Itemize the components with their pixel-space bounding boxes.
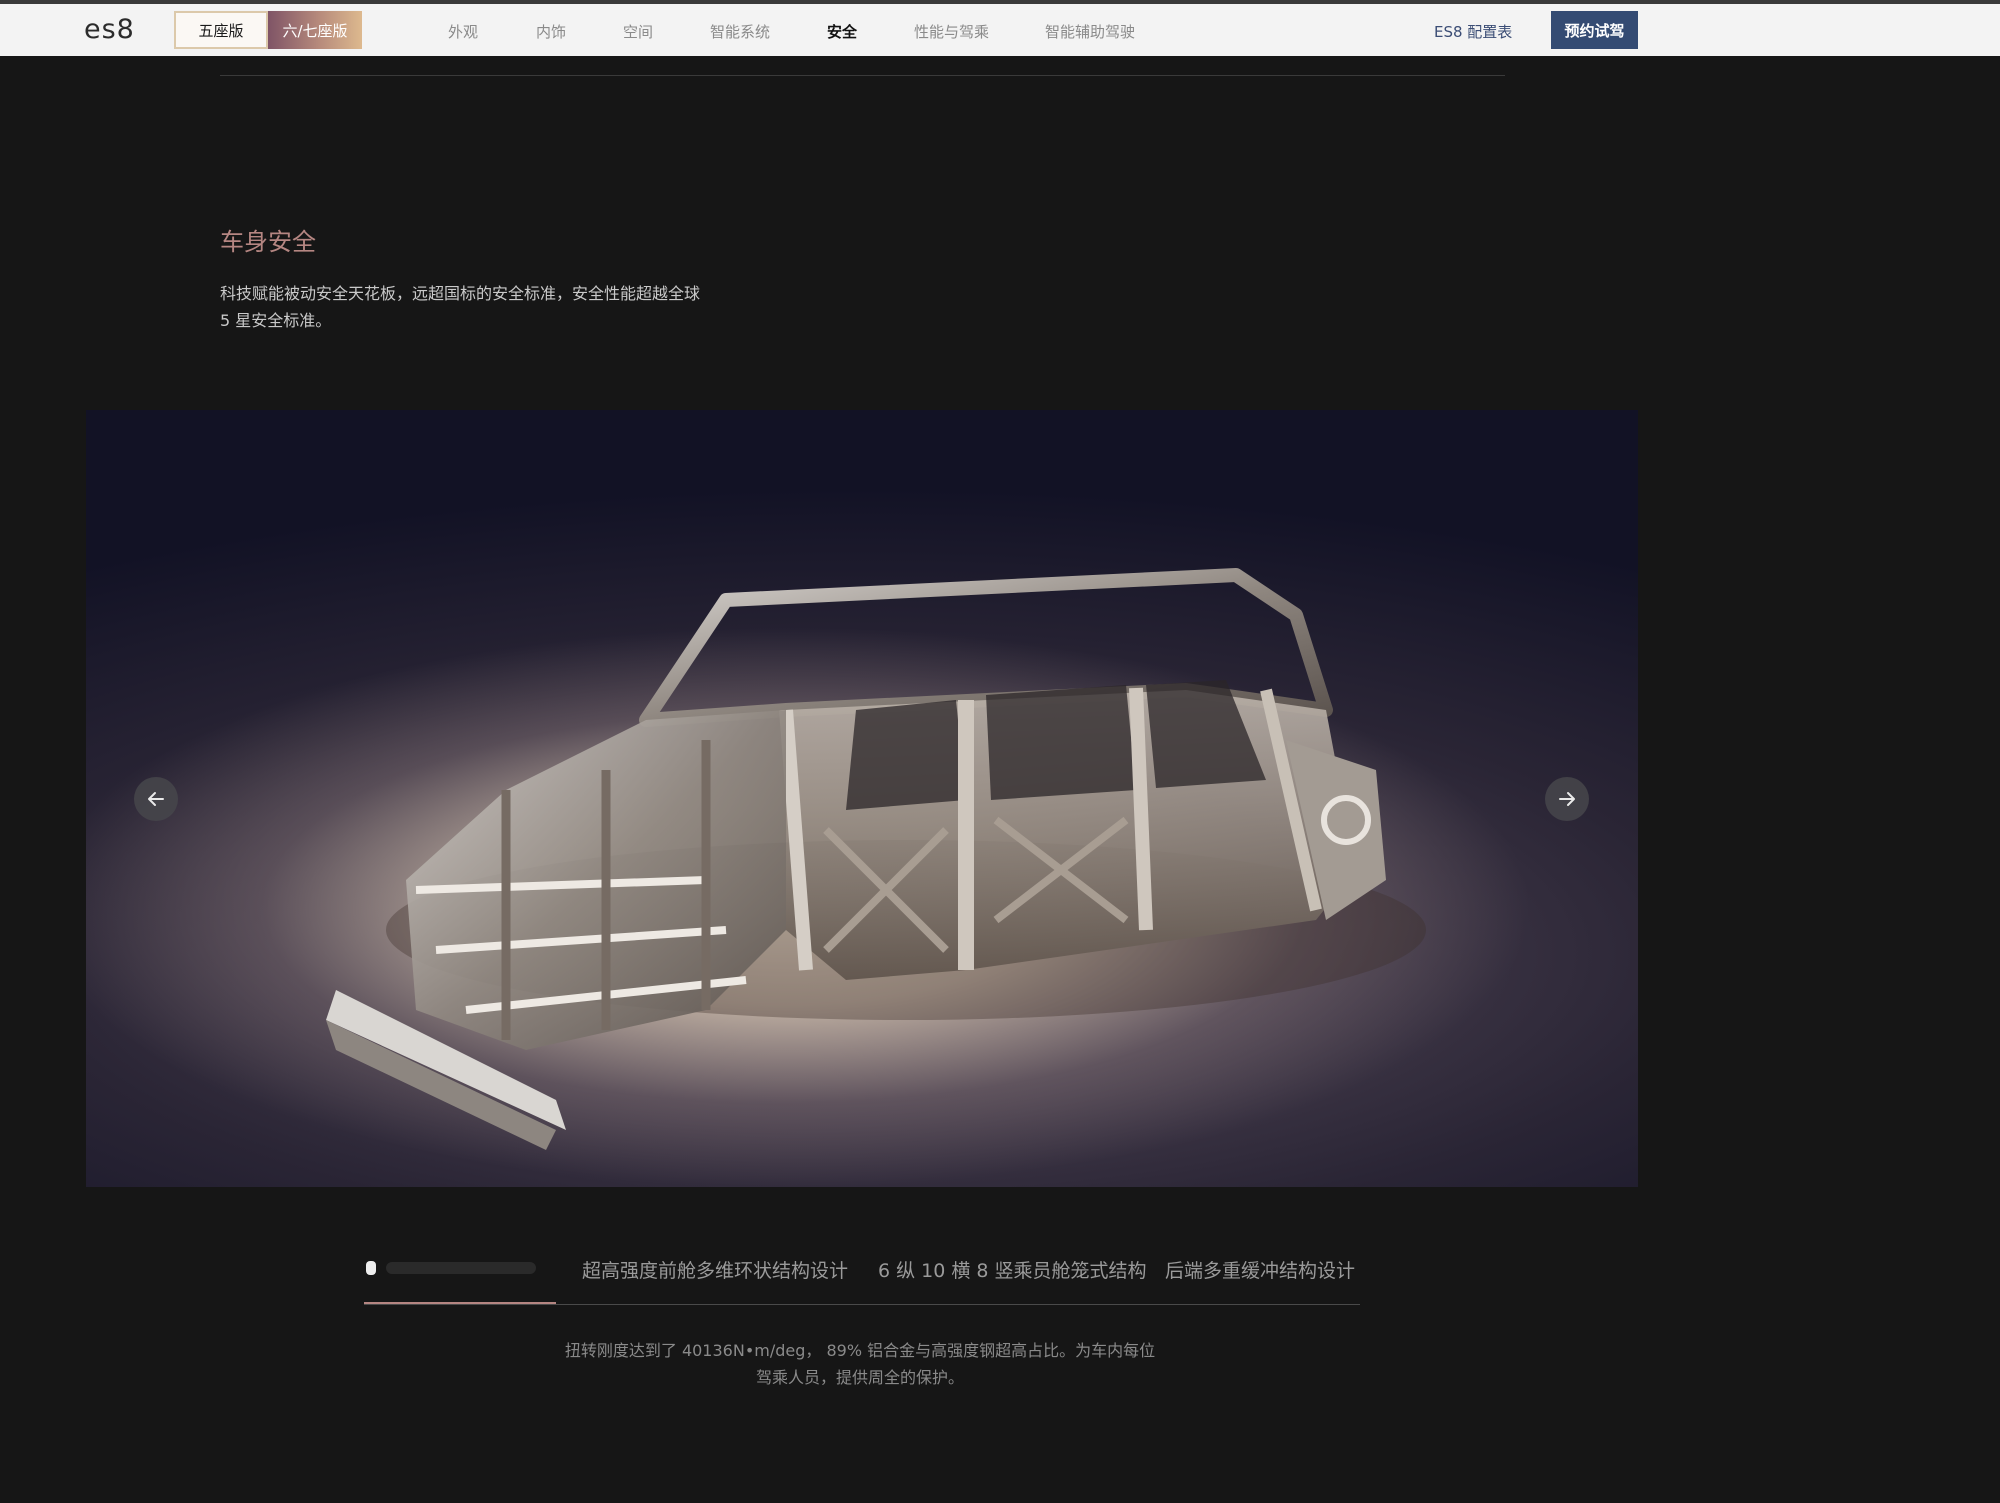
arrow-right-icon (1559, 792, 1575, 806)
tab-passenger-cage[interactable]: 6 纵 10 横 8 竖乘员舱笼式结构 (878, 1256, 1147, 1283)
nav-item-assisted-driving[interactable]: 智能辅助驾驶 (1045, 21, 1135, 42)
brand-logo[interactable]: es8 (84, 14, 135, 45)
section-divider (220, 75, 1505, 76)
tab-first-active[interactable] (364, 1256, 556, 1280)
arrow-left-icon (148, 792, 164, 806)
book-test-drive-button[interactable]: 预约试驾 (1551, 11, 1638, 49)
tab-caption: 扭转刚度达到了 40136N•m/deg， 89% 铝合金与高强度钢超高占比。为… (564, 1341, 1156, 1387)
nav-item-performance[interactable]: 性能与驾乘 (914, 21, 989, 42)
carousel-image (86, 410, 1638, 1187)
nav-item-safety[interactable]: 安全 (827, 21, 857, 42)
car-body-frame-illustration (326, 568, 1426, 1150)
section-title: 车身安全 (220, 228, 316, 256)
tab-indicator-dot (366, 1261, 376, 1275)
five-seat-version-button[interactable]: 五座版 (174, 11, 268, 49)
carousel-next-button[interactable] (1545, 777, 1589, 821)
feature-tabs: 超高强度前舱多维环状结构设计 6 纵 10 横 8 竖乘员舱笼式结构 后端多重缓… (364, 1250, 1360, 1305)
active-tab-indicator (364, 1302, 556, 1304)
section-description: 科技赋能被动安全天花板，远超国标的安全标准，安全性能超越全球 5 星安全标准。 (220, 284, 701, 330)
carousel-prev-button[interactable] (134, 777, 178, 821)
six-seven-seat-version-button[interactable]: 六/七座版 (268, 11, 362, 49)
nav-item-space[interactable]: 空间 (623, 21, 653, 42)
tab-label-placeholder (386, 1262, 536, 1274)
tab-rear-buffer[interactable]: 后端多重缓冲结构设计 (1165, 1256, 1355, 1283)
nav-item-interior[interactable]: 内饰 (536, 21, 566, 42)
config-table-link[interactable]: ES8 配置表 (1434, 21, 1512, 42)
nav-item-smart-system[interactable]: 智能系统 (710, 21, 770, 42)
tab-front-cabin[interactable]: 超高强度前舱多维环状结构设计 (582, 1256, 848, 1283)
nav-item-exterior[interactable]: 外观 (448, 21, 478, 42)
top-navbar: es8 五座版 六/七座版 外观 内饰 空间 智能系统 安全 性能与驾乘 智能辅… (0, 4, 2000, 56)
